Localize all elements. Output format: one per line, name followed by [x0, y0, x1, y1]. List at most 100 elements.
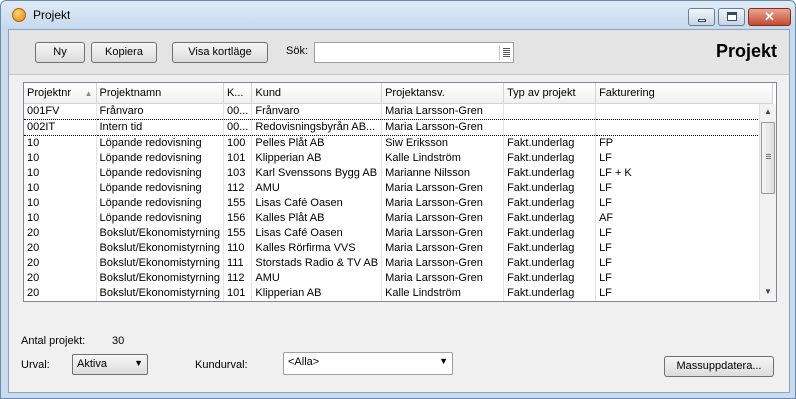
table-row[interactable]: 20 Bokslut/Ekonomistyrning 101 Klipperian A…	[24, 286, 774, 301]
table-row[interactable]: 10 Löpande redovisning 112 AMU Maria Larsson…	[24, 181, 774, 196]
table-cell: LF	[595, 151, 774, 166]
kundurval-dropdown[interactable]: <Alla> ▼	[283, 352, 453, 375]
table-cell: LF	[595, 271, 774, 286]
table-cell: Frånvaro	[96, 103, 224, 120]
column-header-label: K...	[226, 87, 244, 99]
table-cell: 111	[223, 256, 253, 271]
urval-value: Aktiva	[77, 358, 107, 370]
table-row[interactable]: 10 Löpande redovisning 156 Kalles Plåt AB Ma…	[24, 211, 774, 226]
table-cell: 10	[24, 211, 97, 226]
column-header-label: Projektnamn	[99, 87, 162, 99]
table-cell: Fakt.underlag	[503, 226, 597, 241]
table-cell: LF	[595, 181, 774, 196]
table-cell: 20	[24, 256, 97, 271]
maximize-icon	[727, 12, 737, 21]
copy-button[interactable]: Kopiera	[91, 42, 157, 63]
table-cell: Fakt.underlag	[503, 181, 597, 196]
table-row[interactable]: 10 Löpande redovisning 101 Klipperian AB Kal…	[24, 151, 774, 166]
table-cell	[595, 119, 774, 136]
table-row[interactable]: 002IT Intern tid 00... Redovisningsbyrån AB…	[24, 119, 774, 136]
table-cell: 00...	[223, 119, 253, 136]
column-header[interactable]: Typ av projekt	[503, 83, 597, 104]
column-header[interactable]: Projektansv.	[381, 83, 505, 104]
column-header[interactable]: Kund	[251, 83, 383, 104]
new-button[interactable]: Ny	[35, 42, 85, 63]
table-row[interactable]: 10 Löpande redovisning 100 Pelles Plåt AB Si…	[24, 135, 774, 151]
scrollbar-thumb[interactable]	[761, 122, 775, 194]
column-header[interactable]: Projektnr ▲	[24, 83, 97, 104]
close-button[interactable]: ✕	[748, 8, 791, 26]
table-cell: Bokslut/Ekonomistyrning	[96, 241, 224, 256]
table-cell: Marianne Nilsson	[381, 166, 505, 181]
table-row[interactable]: 001FV Frånvaro 00... Frånvaro Maria Larsson-…	[24, 103, 774, 120]
table-cell	[595, 103, 774, 120]
table-cell: LF + K	[595, 166, 774, 181]
vertical-scrollbar[interactable]: ▲ ▼	[759, 104, 776, 300]
mass-update-button[interactable]: Massuppdatera...	[664, 356, 774, 377]
table-cell: Maria Larsson-Gren	[381, 271, 505, 286]
table-cell: 100	[223, 135, 253, 151]
column-header-label: Fakturering	[599, 87, 655, 99]
table-cell: Redovisningsbyrån AB...	[251, 119, 383, 136]
table-cell: Kalles Rörfirma VVS	[251, 241, 383, 256]
urval-dropdown[interactable]: Aktiva ▼	[72, 354, 148, 375]
table-cell: Löpande redovisning	[96, 181, 224, 196]
table-row[interactable]: 20 Bokslut/Ekonomistyrning 155 Lisas Café O…	[24, 226, 774, 241]
table-cell: 156	[223, 211, 253, 226]
table-cell: Lisas Café Oasen	[251, 226, 383, 241]
card-view-button[interactable]: Visa kortläge	[172, 42, 268, 63]
table-cell: Bokslut/Ekonomistyrning	[96, 256, 224, 271]
table-cell: LF	[595, 256, 774, 271]
urval-label: Urval:	[21, 359, 50, 371]
table-cell: LF	[595, 241, 774, 256]
search-input[interactable]	[314, 42, 514, 63]
maximize-button[interactable]	[718, 8, 745, 26]
column-header[interactable]: Projektnamn	[96, 83, 224, 104]
title-bar[interactable]: Projekt ✕	[1, 1, 795, 29]
table-cell: Frånvaro	[251, 103, 383, 120]
search-label: Sök:	[286, 45, 309, 57]
table-cell: 20	[24, 241, 97, 256]
table-cell: AMU	[251, 271, 383, 286]
table-cell: Maria Larsson-Gren	[381, 256, 505, 271]
minimize-button[interactable]	[688, 8, 715, 26]
table-cell: Bokslut/Ekonomistyrning	[96, 226, 224, 241]
table-cell: 10	[24, 166, 97, 181]
project-table: Projektnr ▲ Projektnamn K... Kund Projektansv…	[24, 83, 774, 301]
project-count-value: 30	[112, 335, 125, 347]
project-grid[interactable]: Projektnr ▲ Projektnamn K... Kund Projektansv…	[23, 82, 777, 302]
table-cell: Löpande redovisning	[96, 211, 224, 226]
table-cell: Fakt.underlag	[503, 196, 597, 211]
table-cell: 10	[24, 181, 97, 196]
table-cell: 112	[223, 181, 253, 196]
table-row[interactable]: 20 Bokslut/Ekonomistyrning 110 Kalles Rörfi…	[24, 241, 774, 256]
column-header-label: Projektansv.	[385, 87, 445, 99]
table-cell	[503, 103, 597, 120]
scroll-down-arrow-icon[interactable]: ▼	[760, 284, 776, 300]
table-cell	[503, 119, 597, 136]
table-cell: FP	[595, 135, 774, 151]
table-cell: 101	[223, 286, 253, 301]
column-header[interactable]: K...	[223, 83, 253, 104]
column-header[interactable]: Fakturering	[595, 83, 774, 104]
table-cell: Maria Larsson-Gren	[381, 103, 505, 120]
table-cell: 002IT	[24, 119, 97, 136]
table-cell: 20	[24, 286, 97, 301]
table-row[interactable]: 20 Bokslut/Ekonomistyrning 111 Storstads Ra…	[24, 256, 774, 271]
table-cell: Fakt.underlag	[503, 271, 597, 286]
scroll-up-arrow-icon[interactable]: ▲	[760, 104, 776, 120]
client-area: Ny Kopiera Visa kortläge Sök: Projekt Pr…	[8, 29, 790, 393]
table-cell: 10	[24, 196, 97, 211]
table-cell: 103	[223, 166, 253, 181]
list-icon[interactable]	[499, 45, 511, 60]
table-cell: AMU	[251, 181, 383, 196]
table-row[interactable]: 20 Bokslut/Ekonomistyrning 112 AMU Maria Lar…	[24, 271, 774, 286]
page-title: Projekt	[715, 41, 777, 61]
table-cell: Fakt.underlag	[503, 166, 597, 181]
table-cell: 001FV	[24, 103, 97, 120]
app-logo-icon[interactable]	[12, 8, 26, 22]
table-cell: Lisas Café Oasen	[251, 196, 383, 211]
column-header-label: Kund	[255, 87, 282, 99]
table-row[interactable]: 10 Löpande redovisning 155 Lisas Café Oasen…	[24, 196, 774, 211]
table-row[interactable]: 10 Löpande redovisning 103 Karl Svenssons B…	[24, 166, 774, 181]
